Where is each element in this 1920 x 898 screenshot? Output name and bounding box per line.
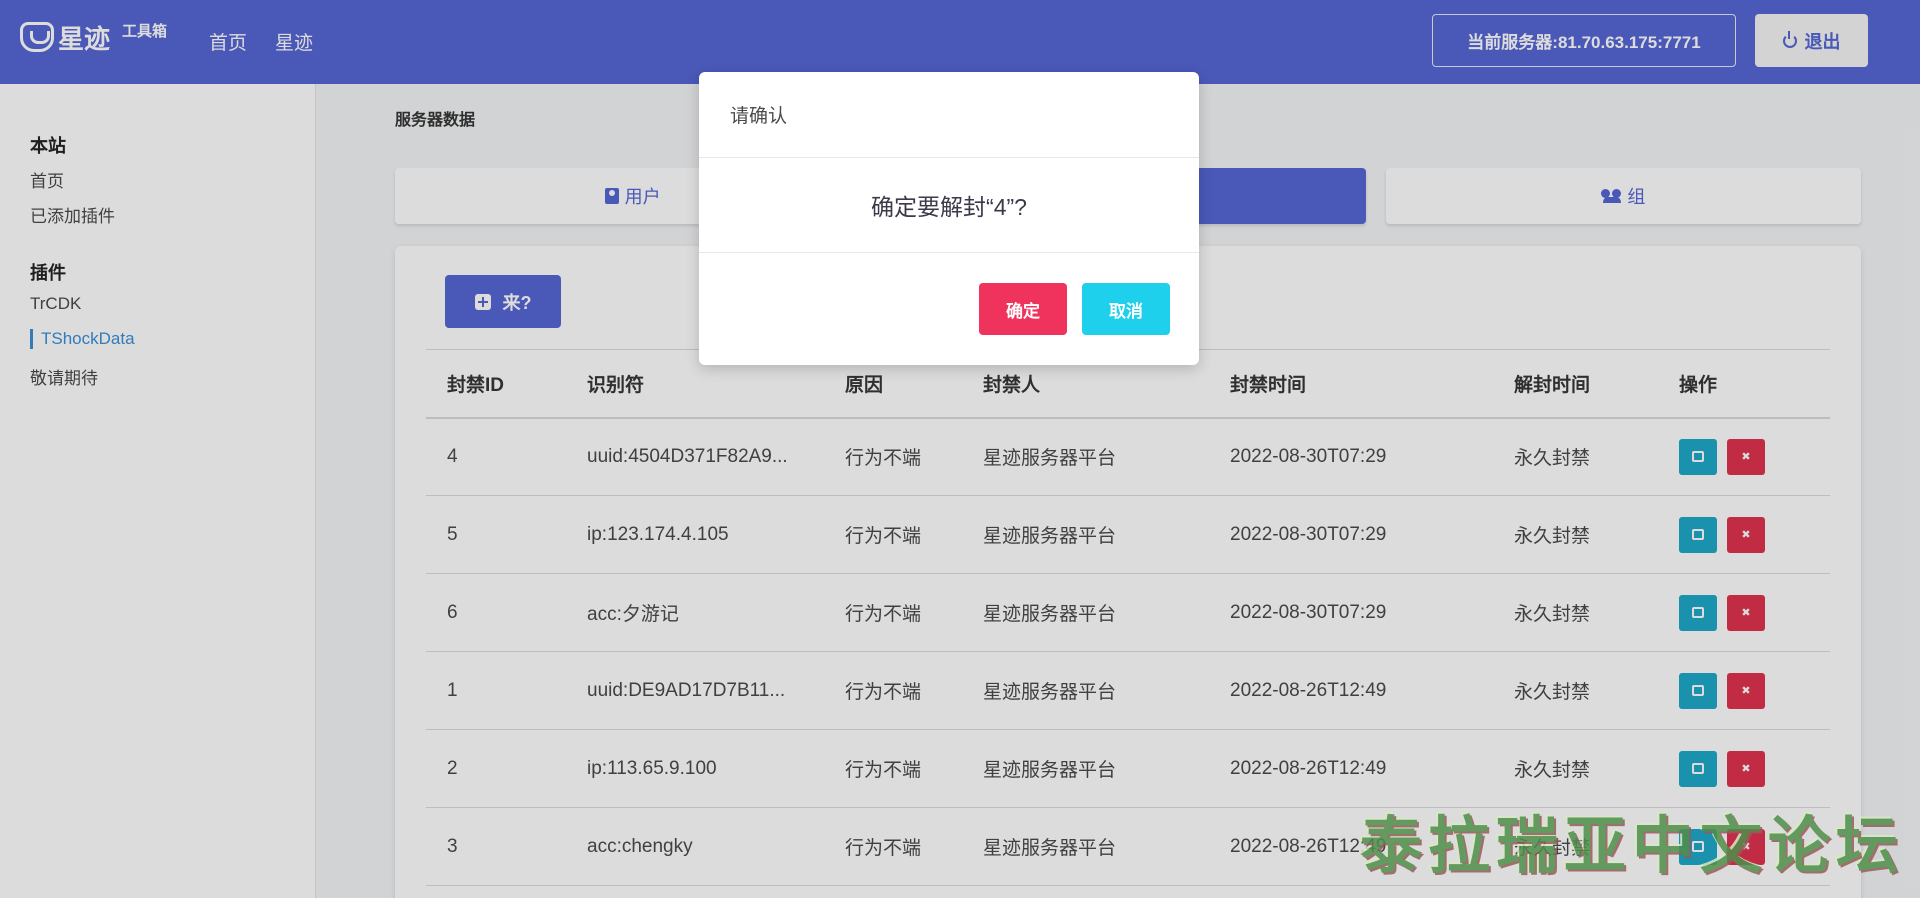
confirm-button[interactable]: 确定 xyxy=(979,283,1067,335)
dialog-title: 请确认 xyxy=(699,72,1199,158)
watermark-logo: 泰拉瑞亚中文论坛 xyxy=(1359,809,1904,882)
cancel-button[interactable]: 取消 xyxy=(1082,283,1170,335)
confirm-dialog: 请确认 确定要解封“4”? 确定 取消 xyxy=(699,72,1199,365)
dialog-message: 确定要解封“4”? xyxy=(699,158,1199,253)
dialog-footer: 确定 取消 xyxy=(699,253,1199,365)
